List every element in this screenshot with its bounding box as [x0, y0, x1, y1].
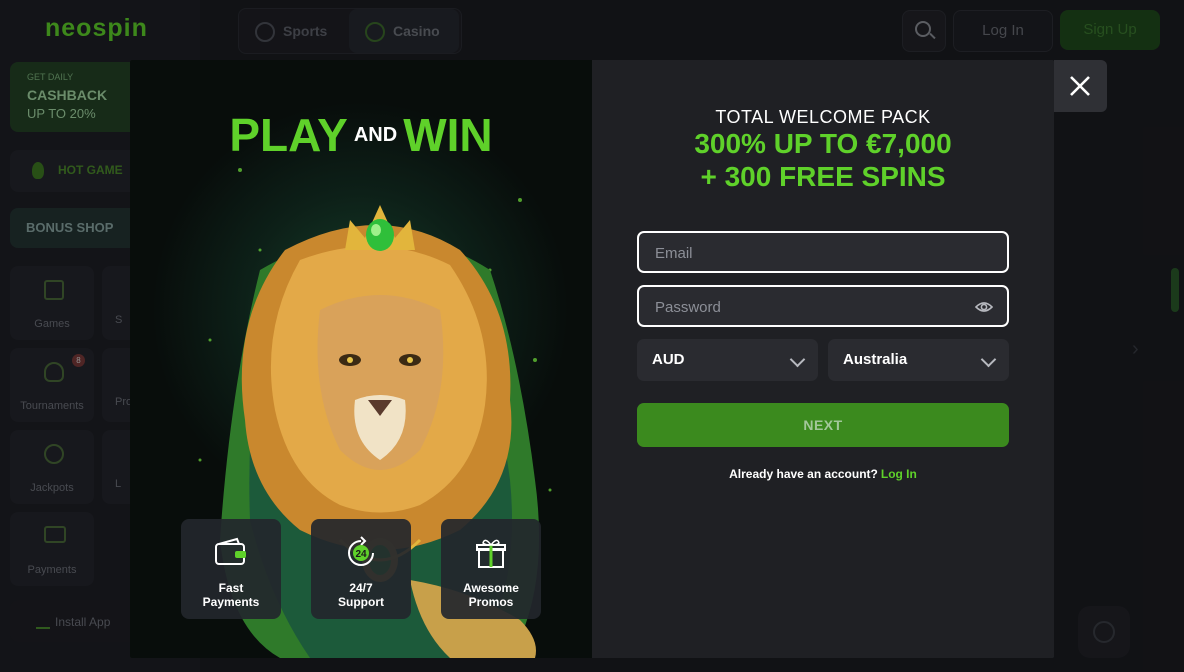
feature-line2: Support [338, 595, 384, 609]
feature-label: Fast Payments [185, 581, 277, 609]
close-button[interactable] [1054, 60, 1107, 112]
feature-fast-payments: Fast Payments [181, 519, 281, 619]
feature-label: Awesome Promos [445, 581, 537, 609]
welcome-pack-spins: + 300 FREE SPINS [700, 161, 946, 192]
promo-headline: PLAY AND WIN [130, 108, 592, 162]
feature-line1: Fast [218, 581, 244, 595]
eye-icon[interactable] [975, 298, 993, 316]
promo-panel: PLAY AND WIN Fast Payments 24 24/7 Suppo… [130, 60, 592, 658]
chevron-down-icon [789, 351, 806, 368]
clock-24-icon: 24 [348, 536, 374, 566]
signup-form: TOTAL WELCOME PACK 300% UP TO €7,000 + 3… [592, 60, 1054, 658]
feature-line2: Promos [468, 595, 514, 609]
feature-line1: Awesome [463, 581, 519, 595]
password-field-wrapper [637, 285, 1009, 327]
headline-win: WIN [403, 109, 493, 161]
feature-promos: Awesome Promos [441, 519, 541, 619]
feature-label: 24/7 Support [315, 581, 407, 609]
wallet-icon [215, 537, 246, 565]
svg-text:24: 24 [355, 549, 367, 560]
email-field-wrapper [637, 231, 1009, 273]
welcome-pack-title: TOTAL WELCOME PACK [715, 107, 931, 127]
feature-line2: Payments [202, 595, 260, 609]
gift-icon [476, 539, 506, 568]
currency-select[interactable]: AUD [637, 339, 818, 381]
next-button[interactable]: NEXT [637, 403, 1009, 447]
feature-line1: 24/7 [349, 581, 373, 595]
email-field[interactable] [653, 233, 957, 273]
welcome-pack-offer: 300% UP TO €7,000 [694, 128, 952, 159]
country-value: Australia [843, 351, 908, 368]
login-prompt: Already have an account? Log In [592, 467, 1054, 481]
chevron-down-icon [980, 351, 997, 368]
country-select[interactable]: Australia [828, 339, 1009, 381]
headline-play: PLAY [229, 109, 348, 161]
currency-value: AUD [652, 351, 685, 368]
close-icon [1070, 76, 1090, 96]
signup-modal: PLAY AND WIN Fast Payments 24 24/7 Suppo… [130, 60, 1054, 658]
password-field[interactable] [653, 287, 957, 327]
headline-and: AND [353, 124, 398, 147]
login-prompt-text: Already have an account? [729, 467, 878, 481]
feature-support: 24 24/7 Support [311, 519, 411, 619]
login-link[interactable]: Log In [881, 467, 917, 481]
